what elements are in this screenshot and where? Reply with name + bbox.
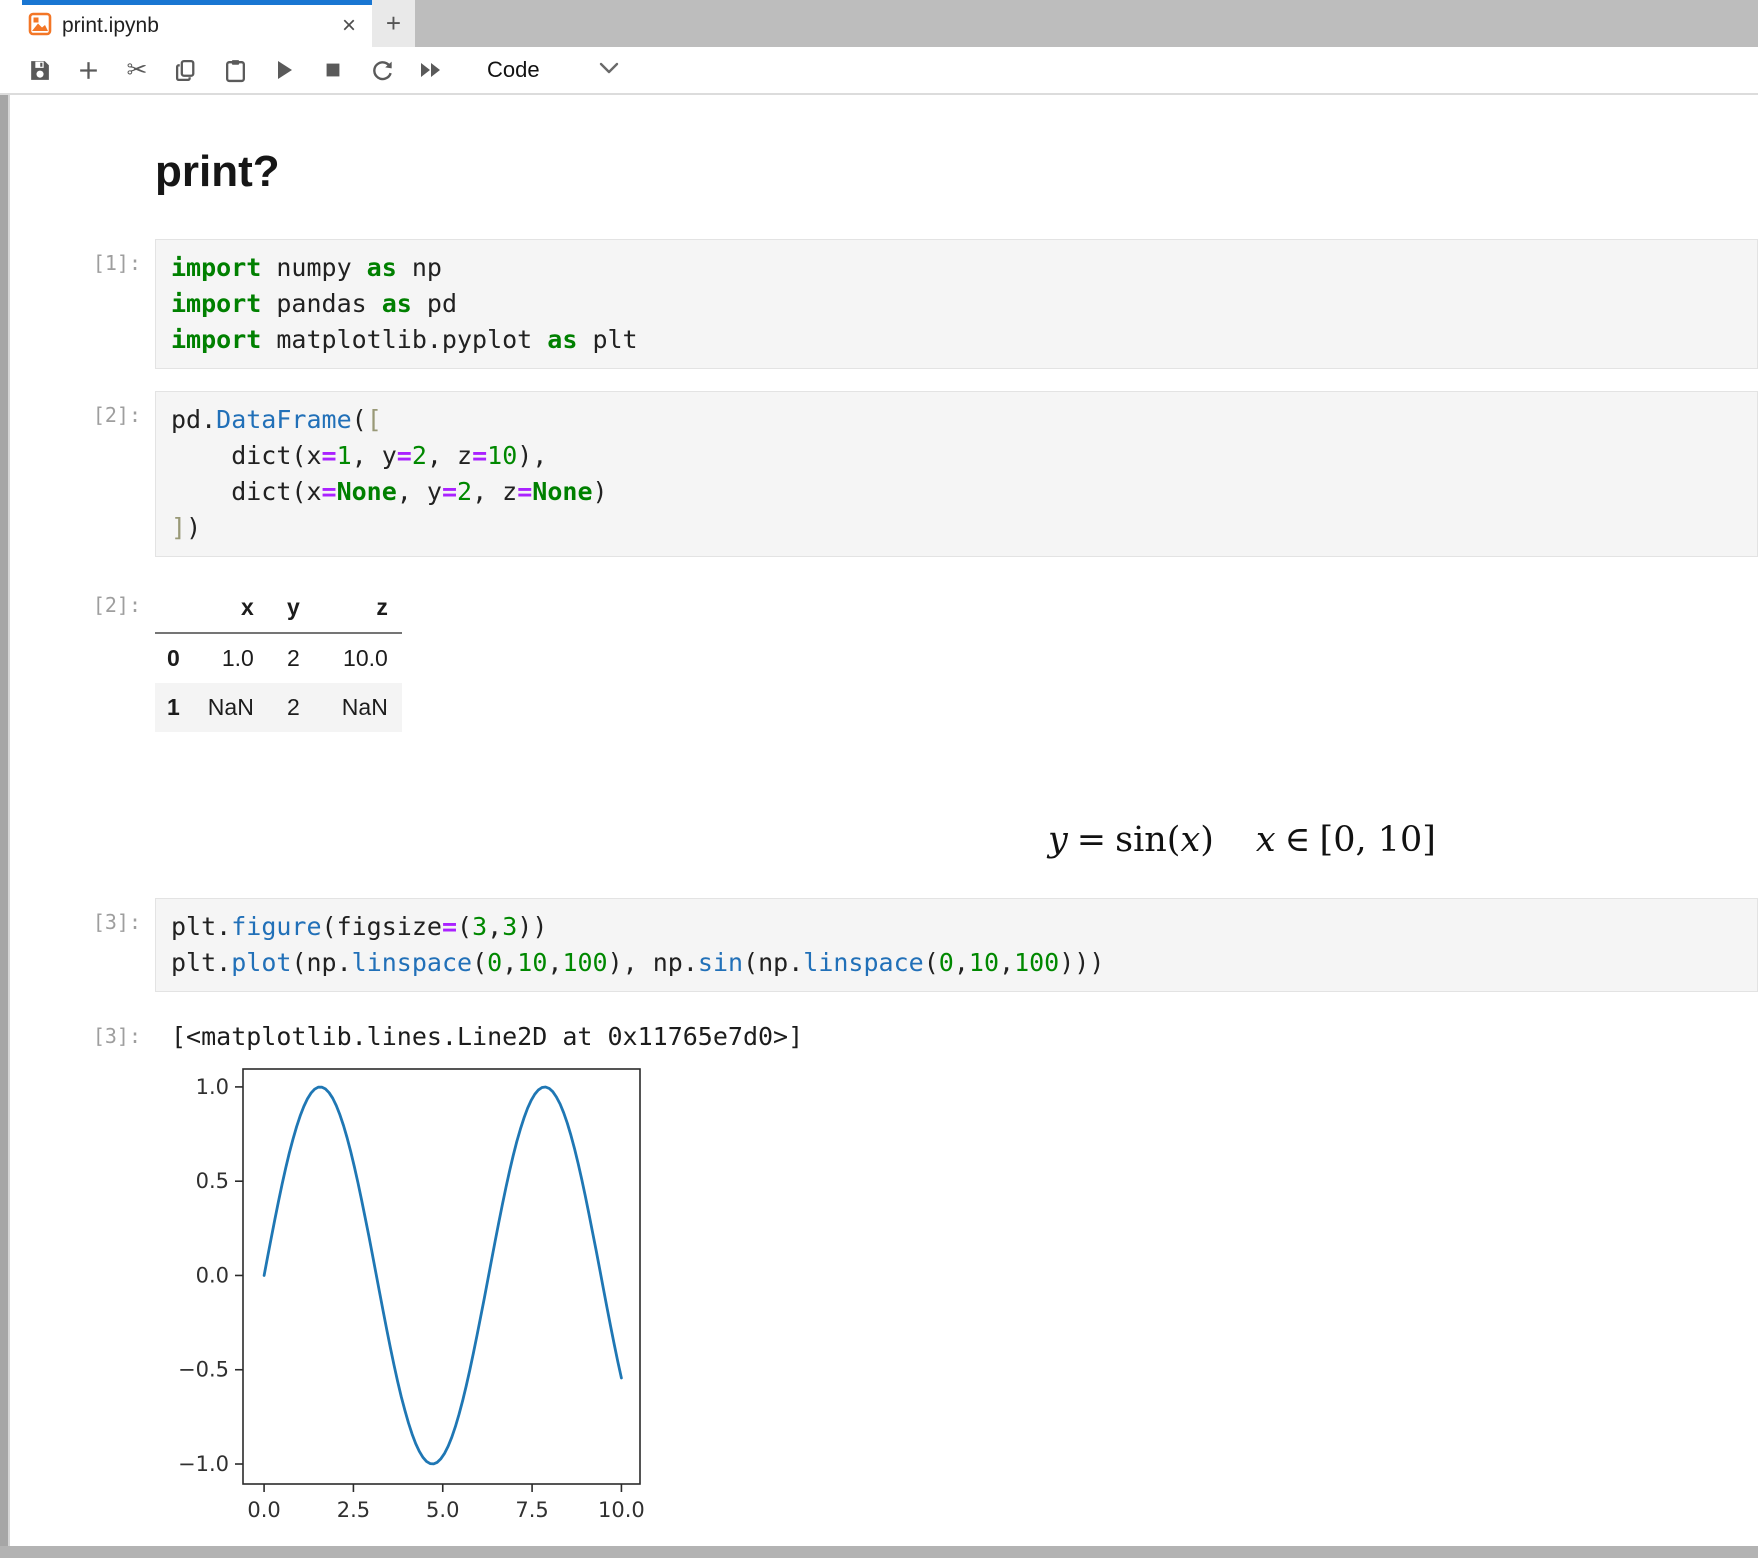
output-cell-2: [2]: xyz01.0210.01NaN2NaN [12,583,1758,732]
close-icon[interactable]: × [342,14,356,38]
save-button[interactable] [24,55,54,85]
svg-text:0.0: 0.0 [247,1498,280,1522]
svg-text:0.0: 0.0 [196,1263,229,1287]
tabbar-empty-space [415,0,1758,47]
new-tab-button[interactable]: + [372,0,415,47]
math-equals: = [1068,820,1115,860]
svg-text:0.5: 0.5 [196,1169,229,1193]
math-var-x: x [1256,820,1276,860]
code-cell-3: [3]: plt.figure(figsize=(3,3))plt.plot(n… [12,898,1758,992]
math-element-of: ∈ [1276,820,1320,860]
input-prompt-2: [2]: [12,391,155,427]
tab-bar: print.ipynb × + [0,0,1758,47]
math-var-y: y [1048,820,1068,860]
svg-text:2.5: 2.5 [337,1498,370,1522]
notebook-scroll-area[interactable]: print? [1]: import numpy as npimport pan… [12,95,1758,1546]
output-prompt-2: [2]: [12,583,155,617]
markdown-heading: print? [155,147,1758,197]
svg-text:1.0: 1.0 [196,1075,229,1099]
run-all-icon[interactable] [416,55,446,85]
plot-output: 0.0 2.5 5.0 7.5 10.0 −1.0 −0.5 0.0 0.5 1.0 [155,1063,1758,1530]
tab-title: print.ipynb [62,14,159,38]
math-arg-x: x [1180,820,1200,860]
tabbar-left-gap [0,0,22,47]
latex-formula: y=sin(x)x∈[0, 10] [1048,820,1758,860]
notebook-panel: print? [1]: import numpy as npimport pan… [0,95,1758,1546]
chevron-down-icon[interactable] [598,61,620,80]
copy-button[interactable] [171,55,201,85]
restart-kernel-button[interactable] [367,55,397,85]
sine-plot-image: 0.0 2.5 5.0 7.5 10.0 −1.0 −0.5 0.0 0.5 1.0 [155,1063,669,1525]
notebook-icon [28,12,52,41]
svg-text:7.5: 7.5 [515,1498,548,1522]
paste-button[interactable] [220,55,250,85]
code-editor-3[interactable]: plt.figure(figsize=(3,3))plt.plot(np.lin… [155,898,1758,992]
input-prompt-3: [3]: [12,898,155,934]
code-cell-1: [1]: import numpy as npimport pandas as … [12,239,1758,369]
svg-text:−0.5: −0.5 [178,1358,229,1382]
cell-type-dropdown[interactable]: Code [487,57,540,83]
run-button[interactable] [269,55,299,85]
left-edge-strip [0,95,10,1546]
math-close-paren: ) [1200,820,1214,860]
output-prompt-3: [3]: [12,1014,155,1048]
notebook-toolbar: ✂ Code [0,47,1758,95]
dataframe-table: xyz01.0210.01NaN2NaN [155,583,402,732]
svg-text:5.0: 5.0 [426,1498,459,1522]
dataframe-output: xyz01.0210.01NaN2NaN [155,583,402,732]
stop-button[interactable] [318,55,348,85]
window-bottom-edge [0,1546,1758,1558]
input-prompt-1: [1]: [12,239,155,275]
svg-text:10.0: 10.0 [598,1498,645,1522]
math-interval: [0, 10] [1320,820,1436,860]
code-editor-2[interactable]: pd.DataFrame([ dict(x=1, y=2, z=10), dic… [155,391,1758,557]
insert-cell-button[interactable] [73,55,103,85]
output-cell-3: [3]: [<matplotlib.lines.Line2D at 0x1176… [12,1014,1758,1051]
tab-print-ipynb[interactable]: print.ipynb × [22,0,372,47]
math-sin: sin( [1115,820,1180,860]
code-cell-2: [2]: pd.DataFrame([ dict(x=1, y=2, z=10)… [12,391,1758,557]
code-editor-1[interactable]: import numpy as npimport pandas as pdimp… [155,239,1758,369]
svg-text:−1.0: −1.0 [178,1452,229,1476]
cut-icon[interactable]: ✂ [122,55,152,85]
output-repr-text: [<matplotlib.lines.Line2D at 0x11765e7d0… [155,1014,803,1051]
